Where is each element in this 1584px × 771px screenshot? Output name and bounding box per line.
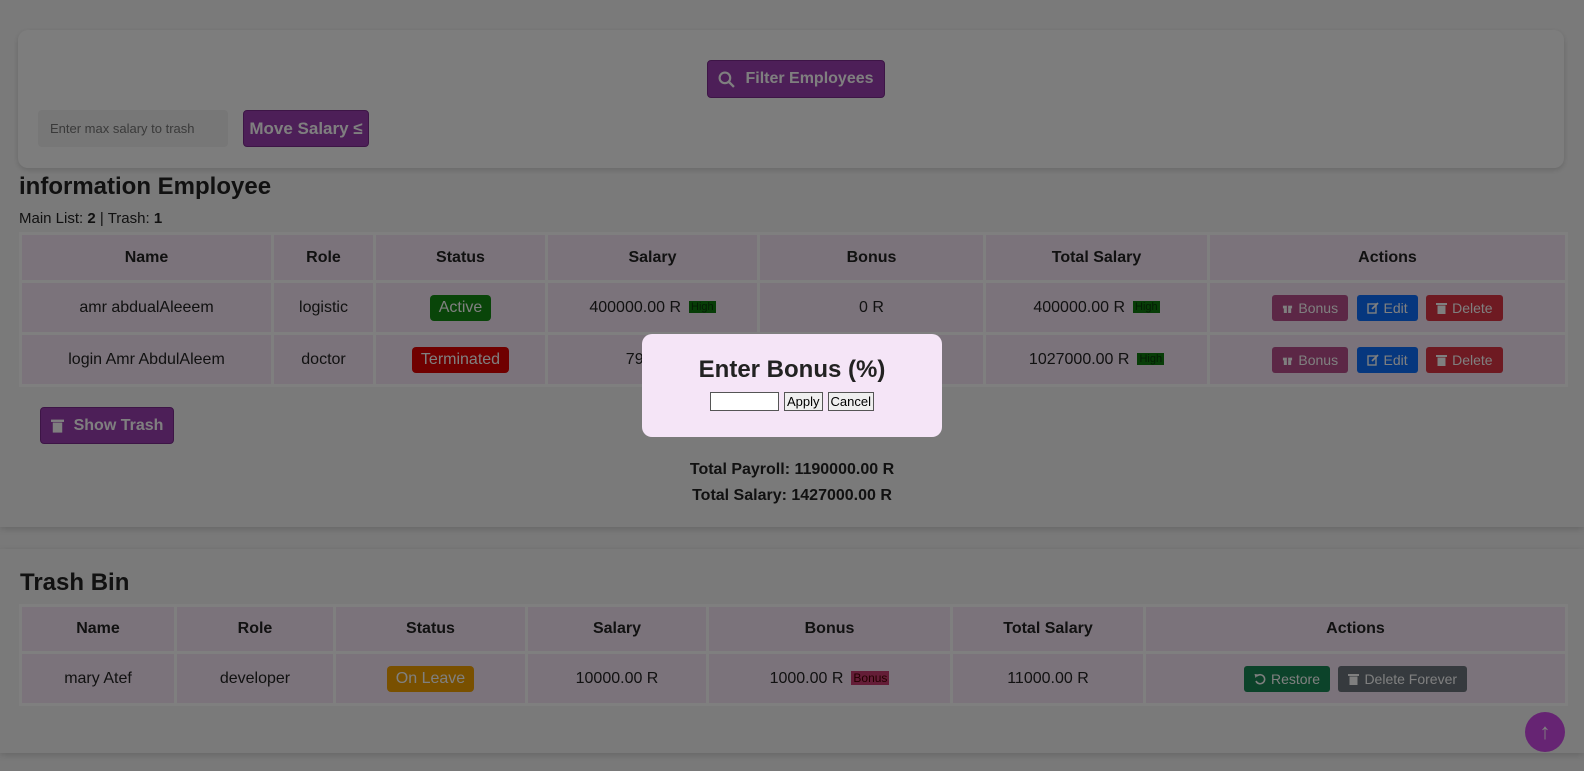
modal-title: Enter Bonus (%) [698, 356, 886, 383]
bonus-modal: Enter Bonus (%) Apply Cancel [642, 334, 942, 437]
apply-button[interactable]: Apply [784, 392, 823, 411]
bonus-percent-input[interactable] [710, 392, 779, 411]
cancel-button[interactable]: Cancel [827, 392, 874, 411]
modal-controls: Apply Cancel [642, 392, 942, 411]
